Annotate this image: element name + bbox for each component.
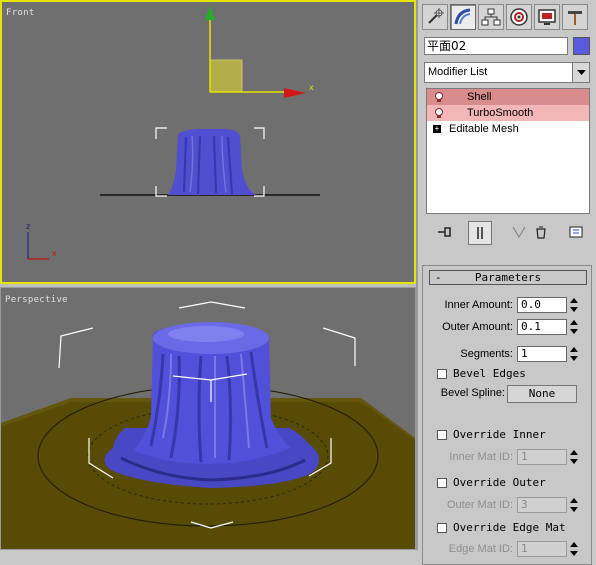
- checkbox-box[interactable]: [437, 478, 447, 488]
- edge-mat-id-field[interactable]: 1: [517, 541, 567, 557]
- display-tab[interactable]: [534, 4, 560, 30]
- rollout-title: Parameters: [474, 271, 542, 284]
- configure-icon: [569, 226, 583, 238]
- outer-mat-id-row: Outer Mat ID: 3: [423, 497, 593, 515]
- inner-amount-row: Inner Amount: 0.0: [423, 297, 593, 315]
- modifier-list-label: Modifier List: [428, 66, 488, 78]
- bevel-edges-label: Bevel Edges: [453, 367, 526, 380]
- spinner-icon[interactable]: [569, 346, 579, 362]
- override-edge-mat-checkbox[interactable]: Override Edge Mat: [437, 521, 596, 537]
- perspective-viewport-scene: [1, 301, 415, 549]
- collapse-minus-icon: -: [435, 271, 442, 284]
- override-inner-label: Override Inner: [453, 428, 546, 441]
- stack-item-shell[interactable]: Shell: [427, 89, 589, 105]
- spinner-icon[interactable]: [569, 541, 579, 557]
- edge-mat-id-label: Edge Mat ID:: [448, 543, 513, 555]
- front-viewport-scene: [27, 6, 320, 260]
- create-icon: [428, 8, 444, 24]
- inner-amount-label: Inner Amount:: [444, 299, 514, 311]
- dropdown-arrow-icon: [572, 63, 589, 82]
- front-axis-x-label: x: [52, 249, 57, 258]
- create-tab[interactable]: [422, 4, 448, 30]
- segments-field[interactable]: 1: [517, 346, 567, 362]
- stack-item-editable-mesh[interactable]: + Editable Mesh: [427, 121, 589, 137]
- stack-item-label: TurboSmooth: [467, 107, 534, 119]
- motion-icon: [510, 8, 528, 26]
- bevel-spline-label: Bevel Spline:: [440, 387, 505, 399]
- front-axis-z-label: z: [26, 222, 31, 231]
- stack-item-turbosmooth[interactable]: TurboSmooth: [427, 105, 589, 121]
- modify-tab[interactable]: [450, 4, 476, 30]
- hierarchy-icon: [481, 8, 501, 26]
- override-edge-mat-label: Override Edge Mat: [453, 521, 566, 534]
- checkbox-box[interactable]: [437, 430, 447, 440]
- override-outer-checkbox[interactable]: Override Outer: [437, 476, 596, 492]
- modifier-list-dropdown[interactable]: Modifier List: [424, 62, 590, 83]
- inner-mat-id-label: Inner Mat ID:: [449, 451, 513, 463]
- outer-amount-row: Outer Amount: 0.1: [423, 319, 593, 337]
- show-end-result-button[interactable]: [468, 221, 492, 245]
- front-viewport[interactable]: Front z x x: [0, 0, 416, 284]
- command-panel: 平面02 Modifier List Shell TurboSmooth + E…: [418, 0, 596, 565]
- outer-amount-label: Outer Amount:: [442, 321, 513, 333]
- checkbox-box[interactable]: [437, 523, 447, 533]
- perspective-viewport[interactable]: Perspective: [0, 287, 416, 550]
- inner-mat-id-row: Inner Mat ID: 1: [423, 449, 593, 467]
- override-inner-checkbox[interactable]: Override Inner: [437, 428, 596, 444]
- segments-row: Segments: 1: [423, 346, 593, 364]
- front-gizmo-x-label: x: [309, 83, 314, 92]
- parameters-rollout-header[interactable]: - Parameters: [429, 270, 587, 285]
- utilities-tab[interactable]: [562, 4, 588, 30]
- utilities-icon: [568, 11, 582, 25]
- object-color-swatch[interactable]: [573, 37, 590, 55]
- make-unique-icon: [512, 226, 526, 239]
- outer-mat-id-field[interactable]: 3: [517, 497, 567, 513]
- pin-stack-button[interactable]: [434, 221, 456, 243]
- outer-amount-field[interactable]: 0.1: [517, 319, 567, 335]
- spinner-icon[interactable]: [569, 497, 579, 513]
- override-outer-label: Override Outer: [453, 476, 546, 489]
- expand-plus-icon[interactable]: +: [433, 125, 441, 133]
- modify-icon: [454, 8, 471, 25]
- stack-item-label: Editable Mesh: [449, 123, 519, 135]
- inner-mat-id-field[interactable]: 1: [517, 449, 567, 465]
- bevel-spline-button[interactable]: None: [507, 385, 577, 403]
- stack-item-label: Shell: [467, 91, 492, 103]
- configure-sets-button[interactable]: [566, 221, 588, 243]
- segments-label: Segments:: [460, 348, 513, 360]
- spinner-icon[interactable]: [569, 449, 579, 465]
- hierarchy-tab[interactable]: [478, 4, 504, 30]
- spinner-icon[interactable]: [569, 319, 579, 335]
- parameters-rollout: - Parameters Inner Amount: 0.0 Outer Amo…: [422, 265, 592, 565]
- remove-modifier-button[interactable]: [530, 221, 552, 243]
- display-icon: [538, 9, 556, 25]
- outer-mat-id-label: Outer Mat ID:: [446, 499, 513, 511]
- make-unique-button[interactable]: [508, 221, 530, 243]
- checkbox-box[interactable]: [437, 369, 447, 379]
- motion-tab[interactable]: [506, 4, 532, 30]
- command-panel-tabs: [422, 4, 588, 32]
- stack-toolbar: [426, 221, 590, 245]
- spinner-icon[interactable]: [569, 297, 579, 313]
- pin-icon: [438, 227, 451, 237]
- trash-icon: [536, 226, 546, 239]
- inner-amount-field[interactable]: 0.0: [517, 297, 567, 313]
- bevel-spline-row: Bevel Spline: None: [423, 385, 593, 403]
- bevel-edges-checkbox[interactable]: Bevel Edges: [437, 367, 596, 383]
- show-end-result-icon: [477, 227, 483, 239]
- modifier-stack: Shell TurboSmooth + Editable Mesh: [426, 88, 590, 214]
- object-name-field[interactable]: 平面02: [424, 37, 568, 55]
- edge-mat-id-row: Edge Mat ID: 1: [423, 541, 593, 559]
